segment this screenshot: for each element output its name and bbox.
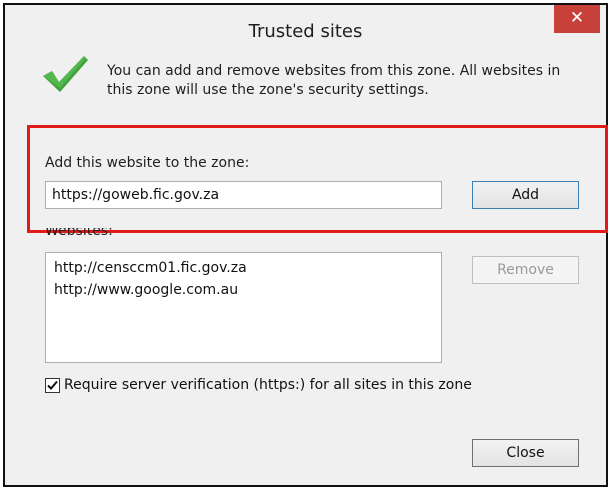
- green-checkmark-icon: [43, 56, 88, 92]
- websites-label: Websites:: [45, 228, 113, 238]
- window-title: Trusted sites: [248, 21, 363, 42]
- window-close-button[interactable]: ✕: [554, 5, 600, 33]
- require-https-row: Require server verification (https:) for…: [45, 377, 472, 393]
- add-button[interactable]: Add: [472, 181, 579, 209]
- require-https-checkbox[interactable]: [45, 377, 60, 393]
- list-item[interactable]: http://www.google.com.au: [54, 279, 433, 301]
- website-url-input[interactable]: [45, 181, 442, 209]
- close-button[interactable]: Close: [472, 439, 579, 467]
- list-item[interactable]: http://censccm01.fic.gov.za: [54, 257, 433, 279]
- require-https-label: Require server verification (https:) for…: [64, 377, 472, 393]
- highlight-box: [27, 125, 608, 233]
- intro-text: You can add and remove websites from thi…: [107, 63, 561, 98]
- add-website-label: Add this website to the zone:: [45, 155, 250, 171]
- checkmark-icon: [47, 380, 58, 390]
- close-icon: ✕: [569, 8, 585, 28]
- remove-button[interactable]: Remove: [472, 256, 579, 284]
- websites-list[interactable]: http://censccm01.fic.gov.za http://www.g…: [45, 252, 442, 363]
- title-bar[interactable]: Trusted sites ✕: [5, 5, 606, 55]
